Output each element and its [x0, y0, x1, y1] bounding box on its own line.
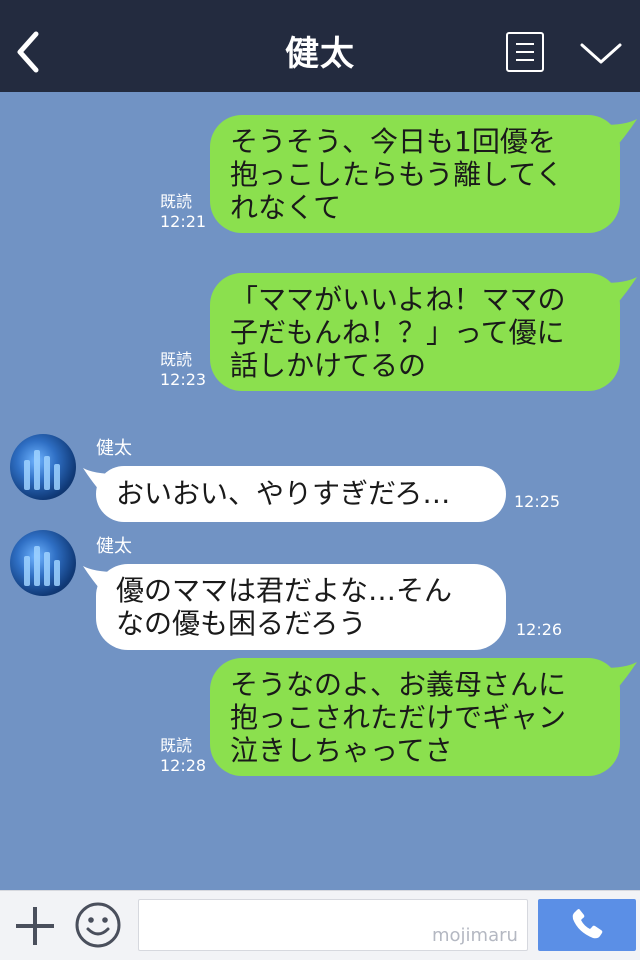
read-receipt: 既読 — [160, 192, 193, 211]
sender-name: 健太 — [96, 438, 132, 459]
smiley-icon — [75, 902, 121, 948]
add-button[interactable] — [14, 905, 56, 947]
avatar[interactable] — [10, 530, 76, 596]
message-bubble[interactable]: 優のママは君だよな…そん なの優も困るだろう — [96, 564, 506, 650]
call-button[interactable] — [538, 899, 636, 951]
message-meta: 既読 12:28 — [160, 736, 206, 776]
message-bubble[interactable]: 「ママがいいよね！ママの 子だもんね！？」って優に 話しかけてるの — [210, 273, 620, 391]
chat-area[interactable]: 既読 12:21 そうそう、今日も1回優を 抱っこしたらもう離してく れなくて … — [0, 92, 640, 890]
menu-lines-icon — [516, 43, 534, 45]
chat-header: 健太 — [0, 0, 640, 92]
phone-icon — [572, 909, 603, 939]
input-bar: mojimaru — [0, 890, 640, 960]
bubble-tail — [604, 662, 637, 690]
read-receipt: 既読 — [160, 736, 193, 755]
watermark: mojimaru — [432, 925, 518, 946]
message-time: 12:23 — [160, 370, 207, 389]
emoji-button[interactable] — [74, 901, 122, 949]
message-bubble[interactable]: おいおい、やりすぎだろ… — [96, 466, 506, 522]
message-time: 12:28 — [160, 756, 207, 775]
avatar[interactable] — [10, 434, 76, 500]
menu-button[interactable] — [506, 32, 544, 72]
message-time: 12:26 — [516, 620, 563, 639]
plus-icon — [16, 907, 54, 945]
sender-name: 健太 — [96, 536, 132, 557]
message-time: 12:21 — [160, 212, 207, 231]
chat-title: 健太 — [285, 34, 355, 74]
message-bubble[interactable]: そうそう、今日も1回優を 抱っこしたらもう離してく れなくて — [210, 115, 620, 233]
bubble-tail — [604, 277, 637, 305]
message-time: 12:25 — [514, 492, 561, 511]
message-bubble[interactable]: そうなのよ、お義母さんに 抱っこされただけでギャン 泣きしちゃってさ — [210, 658, 620, 776]
collapse-button[interactable] — [578, 38, 624, 68]
bubble-tail — [604, 119, 637, 147]
chevron-down-icon — [580, 43, 622, 64]
read-receipt: 既読 — [160, 350, 193, 369]
message-meta: 既読 12:21 — [160, 192, 206, 232]
message-meta: 既読 12:23 — [160, 350, 206, 390]
